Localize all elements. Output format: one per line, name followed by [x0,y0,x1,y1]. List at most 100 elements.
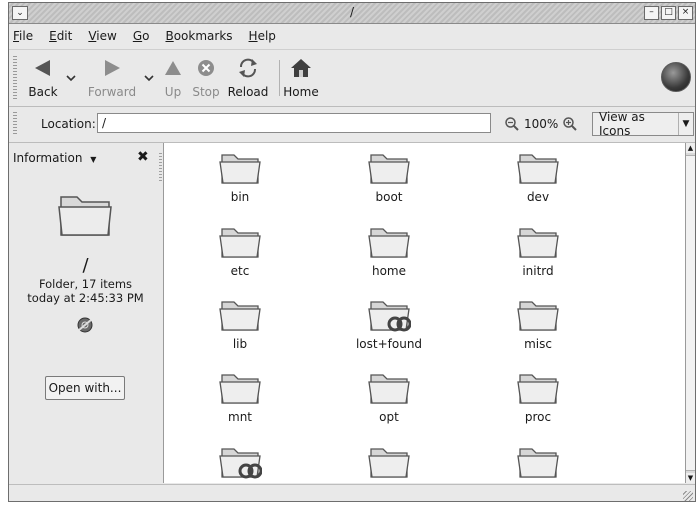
back-arrow-icon [35,60,50,76]
side-pane-selector[interactable]: Information ▼ [13,151,96,165]
chevron-down-icon [144,75,154,82]
zoom-in-icon[interactable] [562,116,578,132]
forward-button[interactable]: Forward [83,56,141,99]
file-name: etc [230,264,250,278]
location-bar-grip[interactable] [13,112,17,136]
file-item[interactable]: proc [488,369,588,424]
back-button[interactable]: Back [23,56,63,99]
vertical-scrollbar[interactable]: ▲ ▼ [685,143,695,483]
status-bar [9,484,695,503]
folder-icon [368,448,410,478]
window-controls: – □ × [644,6,693,20]
folder-icon [368,228,410,258]
file-item[interactable]: home [339,223,439,278]
emblem-icon [76,316,94,337]
maximize-button[interactable]: □ [661,6,676,20]
file-item[interactable]: mnt [190,369,290,424]
reload-button[interactable]: Reload [225,56,271,99]
minimize-button[interactable]: – [644,6,659,20]
folder-icon [219,154,261,184]
folder-icon [219,448,262,479]
home-button[interactable]: Home [281,56,321,99]
up-arrow-icon [165,61,181,75]
stop-button[interactable]: Stop [189,56,223,99]
file-item[interactable]: opt [339,369,439,424]
resize-grip[interactable] [683,491,693,501]
zoom-level[interactable]: 100% [524,117,558,131]
file-name: lost+found [355,337,423,351]
toolbar-grip[interactable] [13,56,17,100]
folder-icon [517,448,559,478]
forward-history-dropdown[interactable] [143,56,155,90]
location-input[interactable]: / [97,113,491,133]
activity-throbber-icon [661,62,691,92]
back-label: Back [28,85,58,99]
view-as-selector[interactable]: View as Icons ▼ [592,110,694,138]
file-item[interactable]: dev [488,149,588,204]
location-label: Location: [41,117,96,131]
file-item[interactable]: initrd [488,223,588,278]
toolbar-separator [279,60,280,96]
menu-go[interactable]: Go [133,29,150,43]
selected-folder-name: / [82,255,89,276]
zoom-out-icon[interactable] [504,116,520,132]
stop-label: Stop [192,85,220,99]
close-window-button[interactable]: × [678,6,693,20]
scroll-down-icon[interactable]: ▼ [686,473,695,483]
file-name: lib [232,337,248,351]
folder-icon [517,374,559,404]
chevron-down-icon [66,75,76,82]
file-item[interactable] [339,443,439,483]
file-item[interactable]: lost+found [339,296,439,351]
pane-resize-handle[interactable] [159,153,162,183]
file-item[interactable]: boot [339,149,439,204]
scroll-up-icon[interactable]: ▲ [686,143,695,153]
menu-help[interactable]: Help [249,29,276,43]
up-label: Up [164,85,182,99]
file-name: boot [375,190,403,204]
folder-icon [368,301,411,332]
side-pane-title: Information [13,151,83,165]
menu-file[interactable]: File [13,29,33,43]
file-name: misc [524,337,552,351]
file-name: initrd [522,264,554,278]
file-name: mnt [228,410,252,424]
file-item[interactable]: bin [190,149,290,204]
folder-icon [368,154,410,184]
file-name: bin [230,190,250,204]
reload-icon [239,58,257,78]
window-title: / [349,5,355,19]
scrollbar-thumb[interactable] [686,155,695,471]
folder-icon [219,301,261,331]
folder-icon [517,228,559,258]
file-item[interactable] [190,443,290,483]
large-folder-icon [57,187,115,244]
menu-edit[interactable]: Edit [49,29,72,43]
reload-label: Reload [227,85,269,99]
forward-label: Forward [87,85,137,99]
menu-view[interactable]: View [88,29,116,43]
folder-icon [517,301,559,331]
toolbar: Back Forward Up Stop Reload Home [9,49,695,107]
back-history-dropdown[interactable] [65,56,77,90]
file-name: dev [526,190,550,204]
file-name: home [371,264,407,278]
file-item[interactable]: lib [190,296,290,351]
menu-bookmarks[interactable]: Bookmarks [165,29,232,43]
file-item[interactable]: misc [488,296,588,351]
file-icon-view[interactable]: bin boot dev etc home initrd lib lost+found misc… [163,143,686,483]
chevron-down-icon: ▼ [90,155,97,164]
open-with-button[interactable]: Open with... [45,376,125,400]
location-bar: Location: / 100% View as Icons ▼ [9,106,695,143]
title-bar[interactable]: ⌄ / – □ × [9,3,695,24]
menu-bar: File Edit View Go Bookmarks Help [9,24,695,48]
folder-modified-time: today at 2:45:33 PM [27,291,144,305]
stop-icon [198,60,214,76]
home-icon [291,59,311,77]
folder-icon [517,154,559,184]
file-item[interactable] [488,443,588,483]
folder-details: Folder, 17 items today at 2:45:33 PM [9,277,162,305]
file-item[interactable]: etc [190,223,290,278]
up-button[interactable]: Up [159,56,187,99]
close-side-pane-icon[interactable]: ✖ [137,149,149,165]
